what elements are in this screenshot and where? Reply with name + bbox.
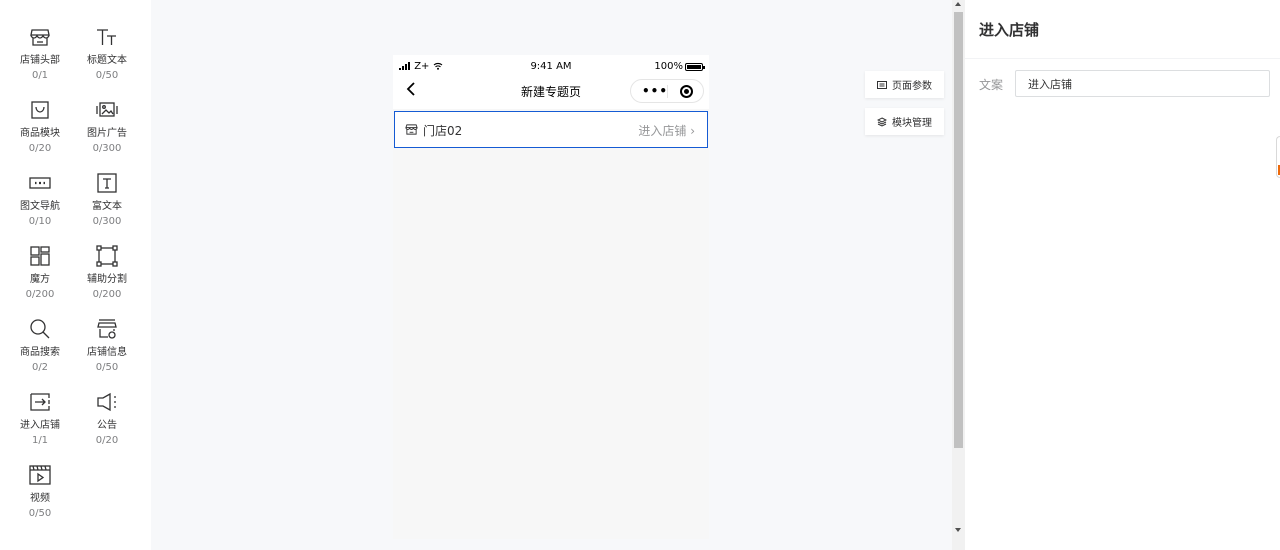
component-label: 商品搜索 — [20, 347, 60, 358]
settings-panel: 进入店铺 文案 — [965, 0, 1280, 550]
module-manage-button[interactable]: 模块管理 — [865, 108, 944, 135]
component-count: 0/200 — [25, 289, 55, 300]
component-count: 0/300 — [92, 143, 122, 154]
battery-percent: 100% — [654, 61, 683, 72]
scrollbar-thumb[interactable] — [954, 12, 963, 448]
component-count: 0/300 — [92, 216, 122, 227]
video-icon — [29, 465, 51, 485]
divider-icon — [96, 245, 118, 267]
phone-header: Z+ 9:41 AM 100% 新建专题页 ••• — [393, 55, 709, 109]
store-name: 门店02 — [423, 124, 463, 138]
component-image-ad[interactable]: 图片广告 0/300 — [77, 98, 137, 171]
component-goods-search[interactable]: 商品搜索 0/2 — [10, 317, 70, 390]
layers-icon — [877, 116, 887, 127]
title-text-icon — [97, 29, 116, 45]
status-bar: Z+ 9:41 AM 100% — [393, 61, 709, 73]
component-title-text[interactable]: 标题文本 0/50 — [77, 25, 137, 98]
component-store-header[interactable]: 店铺头部 0/1 — [10, 25, 70, 98]
panel-title: 进入店铺 — [979, 21, 1040, 39]
text-field-input[interactable] — [1015, 70, 1270, 97]
component-label: 标题文本 — [87, 55, 127, 66]
component-notice[interactable]: 公告 0/20 — [77, 390, 137, 463]
page-params-label: 页面参数 — [892, 81, 932, 92]
component-label: 商品模块 — [20, 128, 60, 139]
page-params-icon — [877, 80, 887, 89]
component-count: 0/50 — [95, 70, 119, 81]
enter-store-link[interactable]: 进入店铺 › — [638, 122, 695, 139]
rich-text-icon — [97, 173, 117, 193]
page-params-button[interactable]: 页面参数 — [865, 71, 944, 98]
component-count: 0/50 — [28, 508, 52, 519]
component-library: 店铺头部 0/1 标题文本 0/50 商品模块 0/20 图片广告 0/300 … — [0, 0, 151, 550]
component-label: 图片广告 — [87, 128, 127, 139]
component-count: 0/10 — [28, 216, 52, 227]
component-count: 0/20 — [95, 435, 119, 446]
component-enter-store[interactable]: 进入店铺 1/1 — [10, 390, 70, 463]
component-store-info[interactable]: 店铺信息 0/50 — [77, 317, 137, 390]
scrollbar[interactable] — [952, 0, 965, 550]
magic-cube-icon — [30, 246, 50, 266]
scroll-up-arrow-icon[interactable] — [955, 2, 961, 6]
component-magic-cube[interactable]: 魔方 0/200 — [10, 244, 70, 317]
component-label: 公告 — [97, 420, 117, 431]
component-rich-text[interactable]: 富文本 0/300 — [77, 171, 137, 244]
component-label: 视频 — [30, 493, 50, 504]
store-info-icon — [97, 319, 117, 339]
scroll-down-arrow-icon[interactable] — [955, 528, 961, 532]
component-count: 0/2 — [31, 362, 49, 373]
component-label: 辅助分割 — [87, 274, 127, 285]
capsule-divider — [667, 85, 668, 98]
component-label: 图文导航 — [20, 201, 60, 212]
storefront-icon — [30, 29, 50, 46]
component-count: 0/1 — [31, 70, 49, 81]
status-battery: 100% — [654, 61, 705, 72]
battery-icon — [685, 62, 705, 71]
component-count: 0/20 — [28, 143, 52, 154]
module-manage-label: 模块管理 — [892, 118, 932, 129]
enter-store-module[interactable]: 门店02 进入店铺 › — [394, 111, 708, 148]
store-icon — [405, 124, 418, 135]
megaphone-icon — [97, 392, 116, 412]
phone-preview: Z+ 9:41 AM 100% 新建专题页 ••• 门店02 进入店铺 › — [393, 55, 709, 539]
image-nav-icon — [29, 177, 51, 189]
mini-program-capsule: ••• — [630, 79, 704, 103]
search-icon — [30, 319, 50, 339]
component-label: 进入店铺 — [20, 420, 60, 431]
component-video[interactable]: 视频 0/50 — [10, 463, 70, 536]
text-field-label: 文案 — [979, 78, 1004, 92]
component-label: 魔方 — [30, 274, 50, 285]
component-divider[interactable]: 辅助分割 0/200 — [77, 244, 137, 317]
component-count: 1/1 — [31, 435, 49, 446]
component-label: 店铺头部 — [20, 55, 60, 66]
panel-divider — [965, 58, 1280, 59]
component-label: 富文本 — [92, 201, 122, 212]
chevron-right-icon: › — [690, 124, 695, 138]
component-label: 店铺信息 — [87, 347, 127, 358]
close-target-icon[interactable] — [680, 85, 693, 98]
component-count: 0/50 — [95, 362, 119, 373]
component-image-nav[interactable]: 图文导航 0/10 — [10, 171, 70, 244]
image-ad-icon — [96, 102, 118, 117]
enter-store-icon — [30, 393, 50, 411]
side-drawer-tab[interactable] — [1276, 136, 1280, 178]
more-icon[interactable]: ••• — [642, 85, 668, 97]
component-count: 0/200 — [92, 289, 122, 300]
component-goods[interactable]: 商品模块 0/20 — [10, 98, 70, 171]
shopping-bag-icon — [31, 101, 49, 119]
enter-store-text: 进入店铺 — [638, 124, 687, 138]
editor-canvas: Z+ 9:41 AM 100% 新建专题页 ••• 门店02 进入店铺 › 页面… — [151, 0, 952, 550]
